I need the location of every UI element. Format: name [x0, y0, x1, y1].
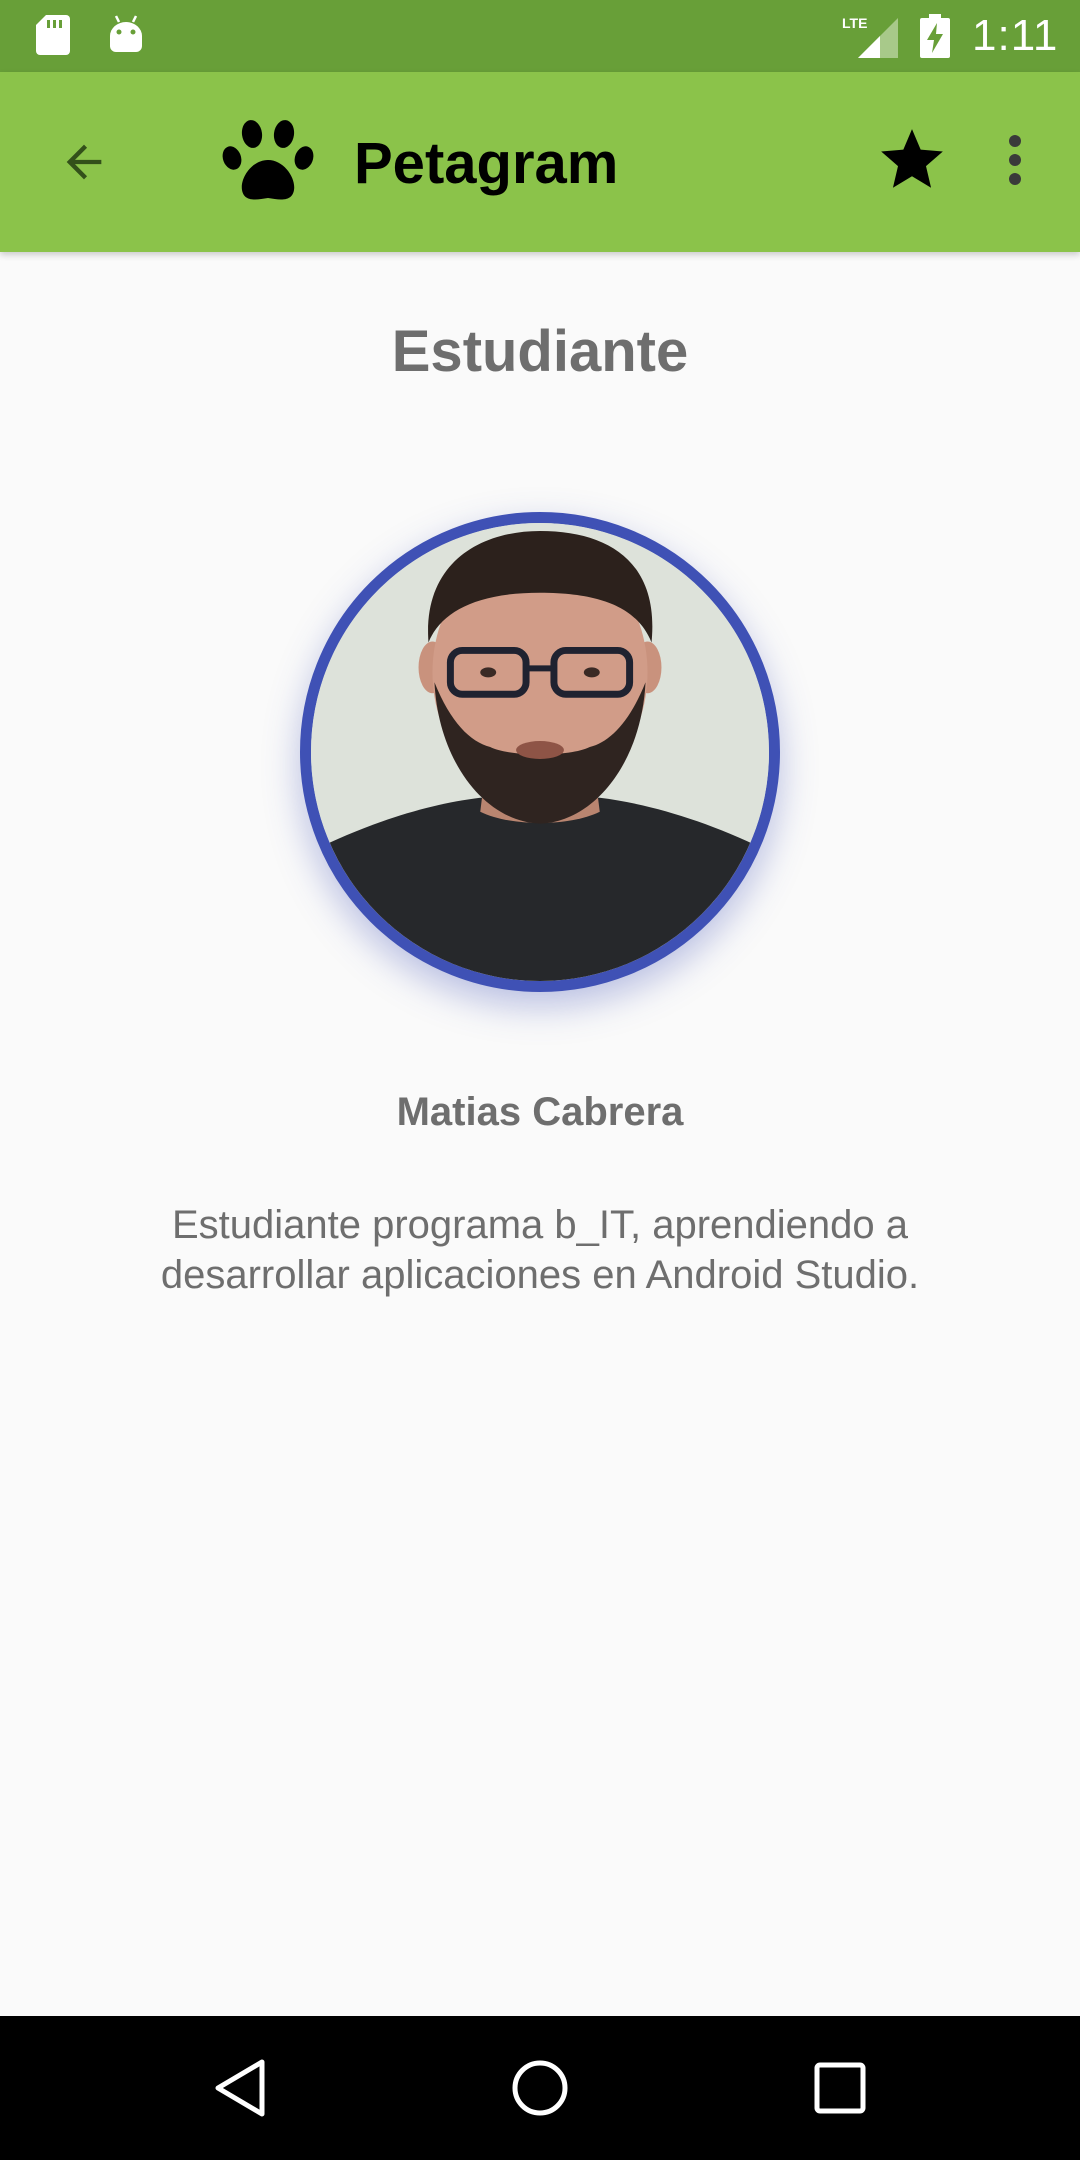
network-label: LTE [842, 15, 867, 31]
status-bar: LTE 1:11 [0, 0, 1080, 72]
android-icon [108, 14, 144, 59]
nav-home-button[interactable] [490, 2040, 590, 2140]
navigation-bar [0, 2016, 1080, 2160]
more-vert-icon [1008, 134, 1022, 190]
nav-recents-button[interactable] [790, 2040, 890, 2140]
section-title: Estudiante [391, 319, 689, 384]
back-button[interactable] [38, 118, 130, 210]
favorite-button[interactable] [866, 116, 958, 208]
nav-back-icon [212, 2058, 268, 2123]
app-title: Petagram [354, 131, 619, 196]
lte-signal-icon: LTE [842, 14, 900, 63]
avatar [300, 512, 780, 992]
sd-card-icon [36, 15, 70, 60]
battery-charging-icon [920, 14, 950, 63]
arrow-back-icon [58, 136, 110, 193]
star-icon [874, 123, 950, 202]
avatar-photo [311, 523, 769, 981]
overflow-menu-button[interactable] [980, 116, 1050, 208]
app-bar: Petagram [0, 72, 1080, 252]
nav-home-icon [510, 2058, 570, 2123]
status-clock: 1:11 [972, 11, 1059, 60]
paw-icon [222, 118, 314, 211]
profile-name: Matias Cabrera [396, 1090, 684, 1134]
nav-back-button[interactable] [190, 2040, 290, 2140]
profile-bio: Estudiante programa b_IT, aprendiendo a … [160, 1203, 920, 1297]
nav-recents-icon [813, 2061, 867, 2120]
